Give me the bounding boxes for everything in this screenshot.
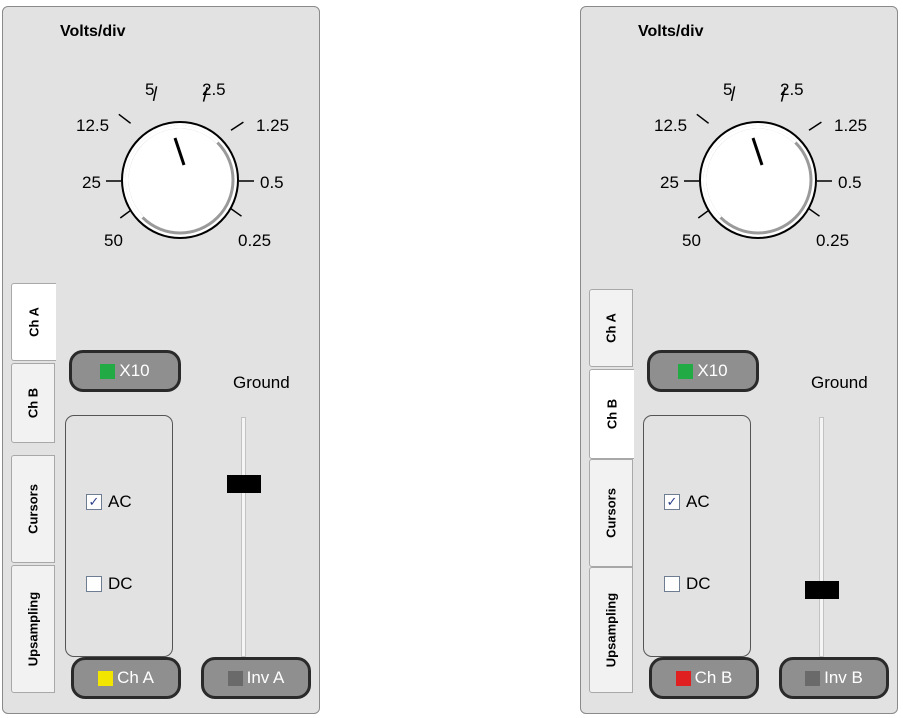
x10-label: X10 [697, 361, 728, 380]
channel-b-button[interactable]: Ch B [649, 657, 759, 699]
ac-option[interactable]: ✓ AC [664, 492, 710, 512]
channel-a-label: Ch A [117, 668, 154, 687]
tab-upsampling[interactable]: Upsampling [589, 567, 633, 693]
invert-b-led [805, 670, 821, 686]
channel-b-led [675, 670, 691, 686]
x10-button[interactable]: X10 [69, 350, 181, 392]
volts-div-title: Volts/div [638, 23, 704, 40]
dial-label-50: 50 [682, 231, 701, 250]
channel-b-label: Ch B [694, 668, 733, 687]
dial-label-5: 5 [723, 80, 733, 99]
x10-button[interactable]: X10 [647, 350, 759, 392]
tab-ch-b[interactable]: Ch B [589, 369, 634, 459]
ac-checkbox[interactable]: ✓ [86, 494, 102, 510]
invert-a-led [227, 670, 243, 686]
dial-label-12-5: 12.5 [76, 116, 110, 135]
coupling-group: ✓ AC DC [643, 415, 751, 657]
ac-label: AC [108, 492, 132, 511]
tab-upsampling[interactable]: Upsampling [11, 565, 55, 693]
ground-label: Ground [811, 373, 868, 392]
dc-checkbox[interactable] [664, 576, 680, 592]
dial-label-12-5: 12.5 [654, 116, 688, 135]
channel-a-button[interactable]: Ch A [71, 657, 181, 699]
channel-panel-a: Volts/div 5 2.5 12.5 1.25 25 0.5 50 0.25… [2, 6, 320, 714]
ac-checkbox[interactable]: ✓ [664, 494, 680, 510]
dial-label-0-25: 0.25 [238, 231, 272, 250]
dc-option[interactable]: DC [664, 574, 711, 594]
dial-label-1-25: 1.25 [834, 116, 868, 135]
dc-checkbox[interactable] [86, 576, 102, 592]
volts-div-dial[interactable]: 5 2.5 12.5 1.25 25 0.5 50 0.25 [636, 62, 868, 262]
ground-label: Ground [233, 373, 290, 392]
ground-slider-thumb[interactable] [805, 580, 839, 599]
channel-a-led [98, 670, 114, 686]
coupling-group: ✓ AC DC [65, 415, 173, 657]
ground-slider-track[interactable] [819, 417, 824, 657]
dial-label-5: 5 [145, 80, 155, 99]
ac-label: AC [686, 492, 710, 511]
tab-cursors[interactable]: Cursors [11, 455, 55, 563]
x10-label: X10 [119, 361, 150, 380]
invert-a-button[interactable]: Inv A [201, 657, 311, 699]
dial-label-0-5: 0.5 [260, 173, 284, 192]
tab-ch-a[interactable]: Ch A [589, 289, 633, 367]
invert-b-button[interactable]: Inv B [779, 657, 889, 699]
dial-label-2-5: 2.5 [202, 80, 226, 99]
tab-ch-b[interactable]: Ch B [11, 363, 55, 443]
dial-label-0-25: 0.25 [816, 231, 850, 250]
ground-slider-track[interactable] [241, 417, 246, 657]
dial-label-50: 50 [104, 231, 123, 250]
dc-label: DC [686, 574, 711, 593]
volts-div-title: Volts/div [60, 23, 126, 40]
ac-option[interactable]: ✓ AC [86, 492, 132, 512]
ground-slider-thumb[interactable] [227, 475, 261, 494]
invert-b-label: Inv B [824, 668, 863, 687]
x10-led [678, 363, 694, 379]
dial-label-2-5: 2.5 [780, 80, 804, 99]
dc-label: DC [108, 574, 133, 593]
dial-label-25: 25 [82, 173, 101, 192]
channel-panel-b: Volts/div 5 2.5 12.5 1.25 25 0.5 50 0.25 [580, 6, 898, 714]
invert-a-label: Inv A [246, 668, 285, 687]
dial-label-0-5: 0.5 [838, 173, 862, 192]
dial-label-25: 25 [660, 173, 679, 192]
x10-led [100, 363, 116, 379]
tab-cursors[interactable]: Cursors [589, 459, 633, 567]
volts-div-dial[interactable]: 5 2.5 12.5 1.25 25 0.5 50 0.25 [58, 62, 290, 262]
dc-option[interactable]: DC [86, 574, 133, 594]
dial-label-1-25: 1.25 [256, 116, 290, 135]
tab-ch-a[interactable]: Ch A [11, 283, 56, 361]
